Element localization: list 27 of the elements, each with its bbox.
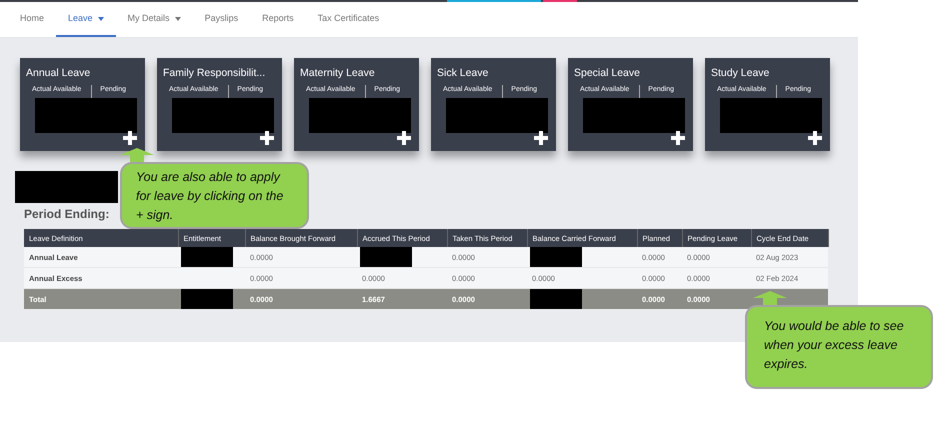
nav-tab[interactable]: Reports	[250, 2, 306, 37]
redaction-block	[181, 289, 233, 309]
caret-icon	[98, 16, 104, 20]
plus-icon[interactable]	[808, 131, 822, 145]
callout-text: You are also able to apply for leave by clicking on the + sign.	[136, 169, 284, 224]
redaction-block	[181, 247, 233, 267]
plus-icon[interactable]	[397, 131, 411, 145]
card-title: Sick Leave	[437, 67, 490, 79]
card-title: Maternity Leave	[300, 67, 376, 79]
nav-tab[interactable]: Tax Certificates	[306, 2, 392, 37]
card-title: Annual Leave	[26, 67, 92, 79]
nav-tab[interactable]: Home	[20, 2, 56, 37]
nav-tab[interactable]: Payslips	[192, 2, 250, 37]
redaction-block	[360, 247, 412, 267]
redaction-block	[530, 247, 582, 267]
redaction-block	[530, 289, 582, 309]
plus-icon[interactable]	[123, 131, 137, 145]
caret-icon	[174, 16, 181, 20]
period-label: Period Ending:	[24, 207, 110, 221]
plus-icon[interactable]	[671, 131, 685, 145]
card-title: Family Responsibilit...	[163, 67, 266, 79]
card-title: Special Leave	[574, 67, 641, 79]
plus-icon[interactable]	[534, 131, 548, 145]
card-title: Study Leave	[711, 67, 770, 79]
callout-text: You would be able to see when your excess leave expires.	[764, 318, 905, 373]
plus-icon[interactable]	[260, 131, 274, 145]
nav-tab[interactable]: My Details	[116, 2, 193, 37]
